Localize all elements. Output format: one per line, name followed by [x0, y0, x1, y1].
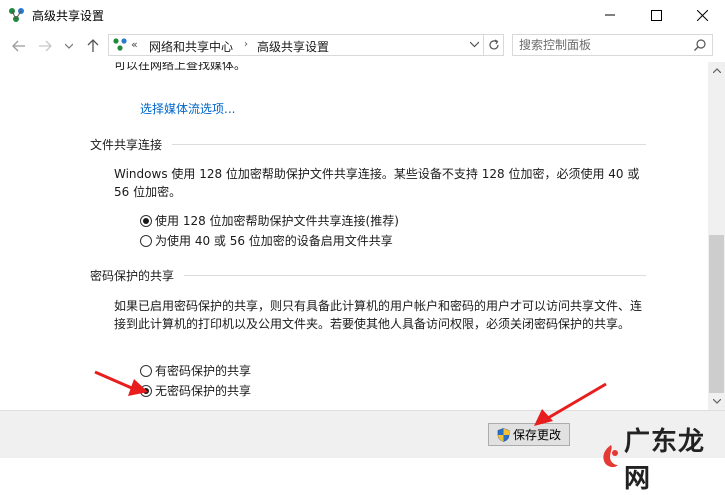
radio-password-on[interactable]: 有密码保护的共享 [140, 362, 251, 379]
forward-button[interactable] [36, 38, 54, 54]
recent-locations-button[interactable] [60, 38, 78, 54]
maximize-icon [650, 9, 662, 21]
forward-arrow-icon [39, 40, 52, 52]
radio-40-56-bit[interactable]: 为使用 40 或 56 位加密的设备启用文件共享 [140, 232, 393, 249]
partial-text-cutoff: 可以在网络上查找媒体。 [114, 62, 644, 74]
refresh-button[interactable] [484, 34, 504, 56]
search-icon[interactable] [694, 39, 706, 54]
network-location-icon [112, 37, 128, 53]
radio-button[interactable] [140, 234, 152, 247]
radio-label: 为使用 40 或 56 位加密的设备启用文件共享 [155, 234, 393, 248]
media-streaming-link[interactable]: 选择媒体流选项... [140, 100, 235, 117]
chevron-down-icon [65, 43, 73, 49]
scrollbar-thumb[interactable] [709, 235, 724, 393]
address-bar[interactable]: « 网络和共享中心 › 高级共享设置 [108, 34, 484, 56]
maximize-button[interactable] [633, 0, 679, 30]
back-arrow-icon [12, 40, 25, 52]
radio-128-bit[interactable]: 使用 128 位加密帮助保护文件共享连接(推荐) [140, 212, 399, 229]
radio-label: 无密码保护的共享 [155, 384, 252, 398]
search-input[interactable] [519, 37, 679, 53]
watermark-text: 广东龙网 [624, 427, 706, 494]
settings-content: 可以在网络上查找媒体。 选择媒体流选项... 文件共享连接 Windows 使用… [0, 62, 708, 410]
footer-bar: 保存更改 广东龙网 [0, 410, 725, 494]
file-sharing-heading: 文件共享连接 [90, 138, 163, 152]
radio-button-checked[interactable] [140, 214, 152, 227]
uac-shield-icon [497, 427, 510, 442]
scroll-up-icon[interactable] [708, 62, 725, 79]
breadcrumb-separator-icon[interactable]: › [244, 39, 248, 50]
scroll-down-icon[interactable] [708, 393, 725, 410]
up-button[interactable] [84, 38, 102, 54]
up-arrow-icon [87, 39, 99, 52]
save-changes-button[interactable]: 保存更改 [488, 423, 570, 446]
password-sharing-description: 如果已启用密码保护的共享，则只有具备此计算机的用户帐户和密码的用户才可以访问共享… [114, 299, 643, 331]
radio-button-checked[interactable] [140, 384, 152, 397]
radio-label: 有密码保护的共享 [155, 364, 252, 378]
back-button[interactable] [10, 38, 28, 54]
radio-password-off[interactable]: 无密码保护的共享 [140, 382, 251, 399]
breadcrumb-network-center[interactable]: 网络和共享中心 [149, 38, 233, 55]
minimize-icon [605, 14, 615, 16]
close-icon [696, 9, 708, 21]
network-app-icon [8, 7, 26, 23]
section-divider [184, 275, 646, 276]
radio-label: 使用 128 位加密帮助保护文件共享连接(推荐) [155, 214, 399, 228]
password-sharing-heading: 密码保护的共享 [90, 269, 175, 283]
watermark-logo-icon [600, 443, 622, 474]
title-bar: 高级共享设置 [0, 0, 725, 30]
vertical-scrollbar[interactable] [708, 62, 725, 410]
close-button[interactable] [679, 0, 725, 30]
watermark: 广东龙网 [600, 421, 725, 495]
address-dropdown-button[interactable] [469, 38, 480, 53]
window-title: 高级共享设置 [32, 9, 105, 23]
breadcrumb-advanced-sharing[interactable]: 高级共享设置 [257, 38, 329, 55]
search-box[interactable] [512, 34, 713, 56]
radio-button[interactable] [140, 364, 152, 377]
address-overflow[interactable]: « [131, 38, 138, 51]
file-sharing-description: Windows 使用 128 位加密帮助保护文件共享连接。某些设备不支持 128… [114, 167, 640, 199]
refresh-icon [488, 39, 499, 50]
save-changes-label: 保存更改 [512, 428, 561, 442]
chevron-down-icon [469, 41, 480, 48]
partial-text: 可以在网络上查找媒体。 [114, 62, 247, 72]
minimize-button[interactable] [587, 0, 633, 30]
section-divider [172, 144, 646, 145]
